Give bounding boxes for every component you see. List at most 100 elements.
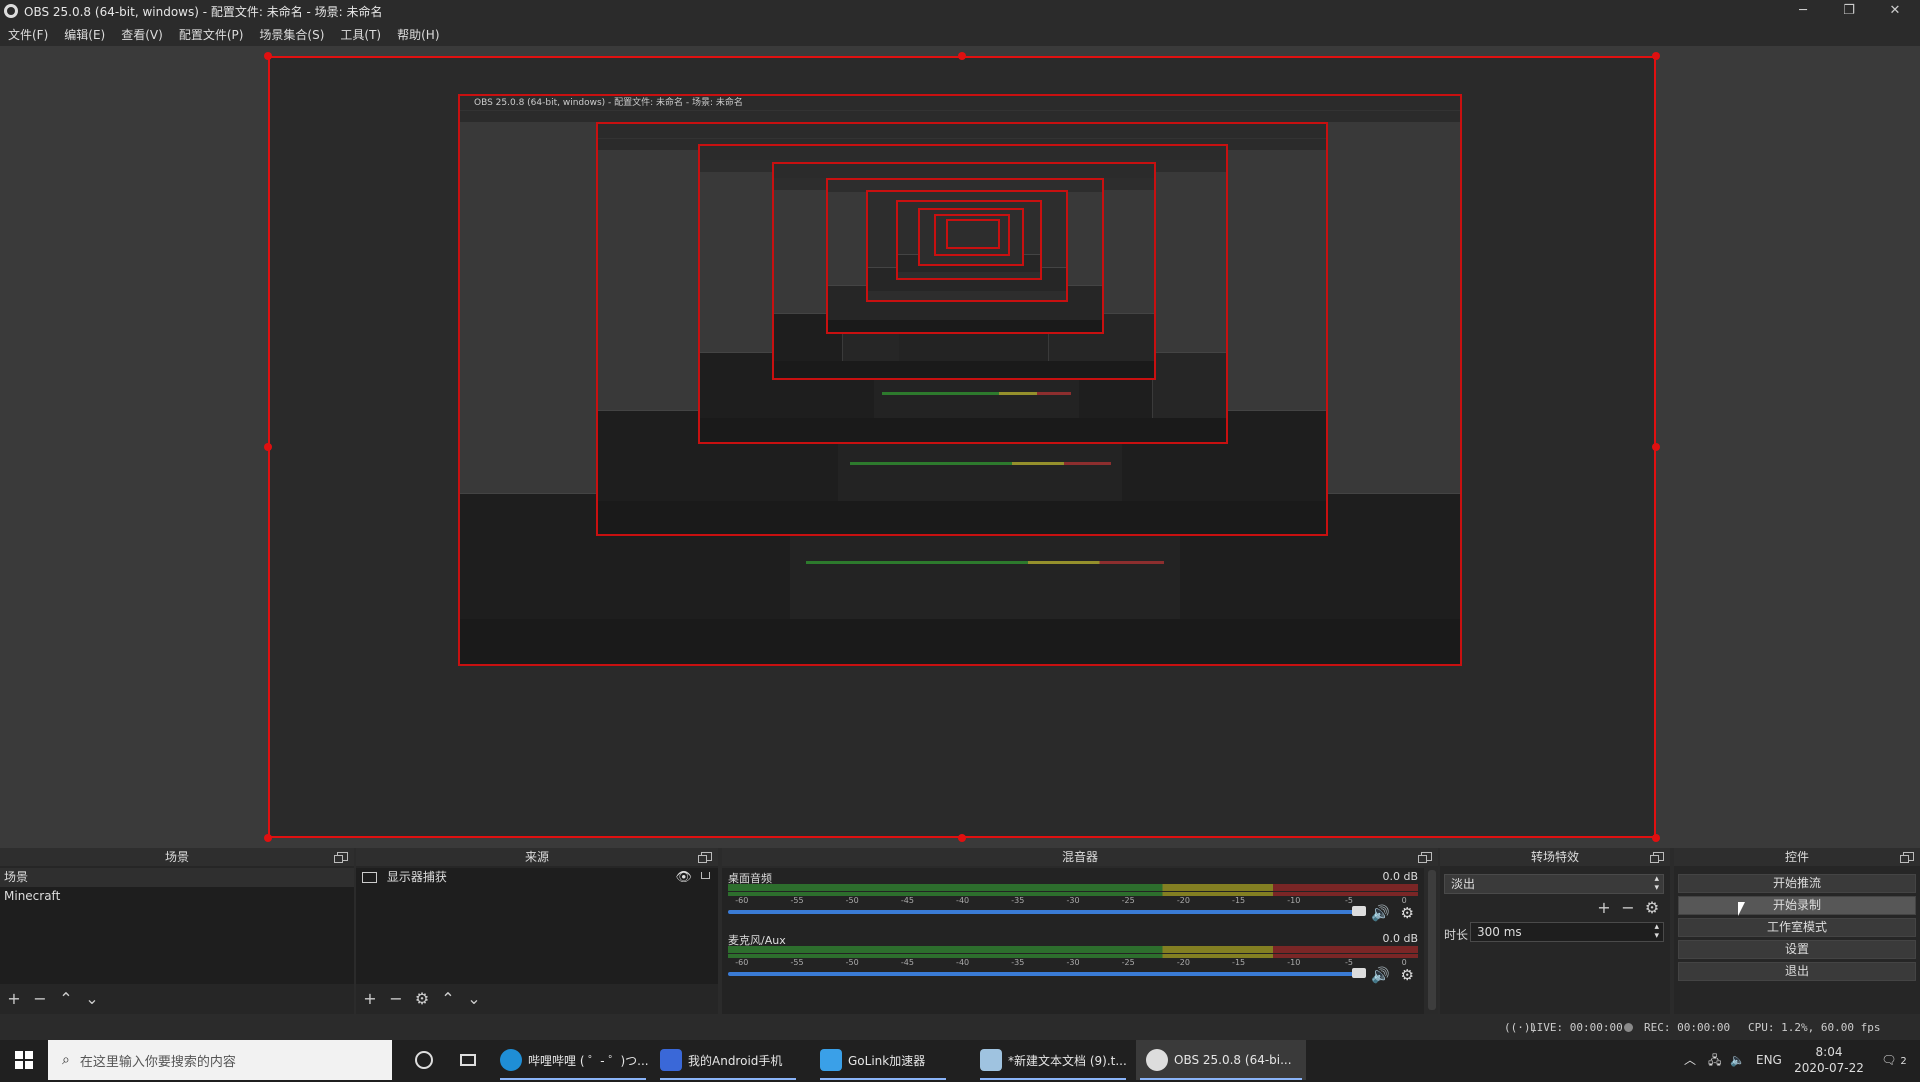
- start-recording-button[interactable]: 开始录制: [1678, 896, 1916, 915]
- resize-handle[interactable]: [958, 52, 966, 60]
- exit-button[interactable]: 退出: [1678, 962, 1916, 981]
- move-down-icon[interactable]: ⌄: [84, 991, 100, 1007]
- gear-icon[interactable]: ⚙: [1401, 966, 1414, 984]
- resize-handle[interactable]: [264, 834, 272, 842]
- taskbar-search-box[interactable]: ⌕ 在这里输入你要搜索的内容: [48, 1040, 392, 1080]
- network-icon[interactable]: 🖧: [1708, 1040, 1721, 1080]
- start-streaming-button[interactable]: 开始推流: [1678, 874, 1916, 893]
- meter-scale-tick: -30: [1066, 958, 1080, 967]
- add-scene-icon[interactable]: +: [6, 991, 22, 1007]
- resize-handle[interactable]: [264, 443, 272, 451]
- taskbar-app-active[interactable]: OBS 25.0.8 (64-bi...: [1136, 1040, 1306, 1080]
- meter-scale-tick: -25: [1121, 958, 1135, 967]
- taskbar-app[interactable]: 我的Android手机: [656, 1040, 800, 1080]
- taskbar: ⌕ 在这里输入你要搜索的内容 哔哩哔哩 ( ゜- ゜)つ... 我的Androi…: [0, 1040, 1920, 1080]
- source-list[interactable]: 显示器捕获 👁: [356, 868, 718, 984]
- taskbar-app[interactable]: 哔哩哔哩 ( ゜- ゜)つ...: [496, 1040, 650, 1080]
- scene-item[interactable]: 场景: [0, 868, 354, 887]
- minimize-button[interactable]: ─: [1780, 0, 1826, 22]
- meter-scale-tick: -35: [1011, 896, 1025, 905]
- meter-scale-tick: -20: [1176, 896, 1190, 905]
- menu-edit[interactable]: 编辑(E): [56, 26, 113, 43]
- cpu-fps: CPU: 1.2%, 60.00 fps: [1748, 1021, 1881, 1034]
- speaker-icon[interactable]: 🔊: [1371, 966, 1390, 984]
- mixer-scrollbar[interactable]: [1428, 870, 1436, 1010]
- volume-icon[interactable]: 🔈: [1730, 1040, 1745, 1080]
- gear-icon[interactable]: ⚙: [1401, 904, 1414, 922]
- spin-arrows-icon[interactable]: ▴ ▾: [1654, 923, 1659, 941]
- taskbar-app[interactable]: GoLink加速器: [816, 1040, 950, 1080]
- resize-handle[interactable]: [264, 52, 272, 60]
- menu-view[interactable]: 查看(V): [113, 26, 171, 43]
- chevron-up-icon[interactable]: ︿: [1684, 1040, 1696, 1080]
- taskbar-app[interactable]: *新建文本文档 (9).t...: [976, 1040, 1130, 1080]
- duration-input[interactable]: 300 ms ▴ ▾: [1470, 922, 1664, 942]
- start-button[interactable]: [0, 1040, 48, 1080]
- meter-scale-tick: -15: [1232, 958, 1246, 967]
- transition-select[interactable]: 淡出 ▴ ▾: [1444, 874, 1664, 894]
- sources-dock-title: 来源: [524, 850, 549, 864]
- add-transition-icon[interactable]: +: [1596, 900, 1612, 916]
- task-view-button[interactable]: [448, 1040, 488, 1080]
- transitions-dock: 转场特效 淡出 ▴ ▾ + − ⚙ 时长 300 ms ▴ ▾: [1440, 848, 1670, 1014]
- source-properties-gear-icon[interactable]: ⚙: [414, 991, 430, 1007]
- clock-date: 2020-07-22: [1794, 1061, 1864, 1075]
- speaker-icon[interactable]: 🔊: [1371, 904, 1390, 922]
- transitions-dock-title: 转场特效: [1530, 850, 1579, 864]
- resize-handle[interactable]: [1652, 52, 1660, 60]
- volume-slider-handle[interactable]: [1352, 968, 1366, 978]
- maximize-button[interactable]: ❐: [1826, 0, 1872, 22]
- windows-logo-icon: [15, 1051, 33, 1069]
- undock-icon[interactable]: [1418, 852, 1432, 863]
- meter-scale-tick: -5: [1345, 896, 1353, 905]
- move-down-icon[interactable]: ⌄: [466, 991, 482, 1007]
- undock-icon[interactable]: [1650, 852, 1664, 863]
- menu-help[interactable]: 帮助(H): [389, 26, 447, 43]
- preview-canvas-display-capture[interactable]: OBS 25.0.8 (64-bit, windows) - 配置文件: 未命名…: [268, 56, 1656, 838]
- add-source-icon[interactable]: +: [362, 991, 378, 1007]
- cortana-button[interactable]: [404, 1040, 444, 1080]
- undock-icon[interactable]: [334, 852, 348, 863]
- close-button[interactable]: ✕: [1872, 0, 1918, 22]
- meter-scale-tick: -15: [1232, 896, 1246, 905]
- scene-item[interactable]: Minecraft: [0, 887, 354, 906]
- mixer-dock: 混音器 桌面音频 0.0 dB -60 -55 -50 -45 -40 -35 -30 -25…: [722, 848, 1438, 1014]
- resize-handle[interactable]: [1652, 443, 1660, 451]
- volume-slider[interactable]: [728, 910, 1358, 914]
- volume-slider-handle[interactable]: [1352, 906, 1366, 916]
- menu-file[interactable]: 文件(F): [0, 26, 56, 43]
- remove-transition-icon[interactable]: −: [1620, 900, 1636, 916]
- menu-scene-collection[interactable]: 场景集合(S): [251, 26, 332, 43]
- monitor-icon: [362, 872, 377, 883]
- channel-db: 0.0 dB: [1382, 870, 1418, 883]
- resize-handle[interactable]: [1652, 834, 1660, 842]
- scene-list[interactable]: 场景 Minecraft: [0, 868, 354, 984]
- cortana-circle-icon: [415, 1051, 433, 1069]
- move-up-icon[interactable]: ⌃: [58, 991, 74, 1007]
- resize-handle[interactable]: [958, 834, 966, 842]
- undock-icon[interactable]: [698, 852, 712, 863]
- studio-mode-button[interactable]: 工作室模式: [1678, 918, 1916, 937]
- volume-meter: [728, 946, 1418, 953]
- lock-icon[interactable]: [701, 872, 710, 879]
- undock-icon[interactable]: [1900, 852, 1914, 863]
- meter-scale-tick: -25: [1121, 896, 1135, 905]
- move-up-icon[interactable]: ⌃: [440, 991, 456, 1007]
- remove-source-icon[interactable]: −: [388, 991, 404, 1007]
- clock[interactable]: 8:04 2020-07-22: [1794, 1040, 1864, 1080]
- meter-scale-tick: -55: [790, 896, 804, 905]
- controls-dock: 控件 开始推流 开始录制 工作室模式 设置 退出: [1674, 848, 1920, 1014]
- eye-icon[interactable]: 👁: [675, 868, 692, 887]
- edge-icon: [500, 1049, 522, 1071]
- notification-center-button[interactable]: 🗨 2: [1874, 1040, 1914, 1080]
- transition-gear-icon[interactable]: ⚙: [1644, 900, 1660, 916]
- source-item[interactable]: 显示器捕获 👁: [356, 868, 718, 887]
- task-view-icon: [460, 1054, 476, 1066]
- volume-slider[interactable]: [728, 972, 1358, 976]
- menu-profile[interactable]: 配置文件(P): [171, 26, 252, 43]
- menu-tools[interactable]: 工具(T): [332, 26, 389, 43]
- language-indicator[interactable]: ENG: [1756, 1040, 1782, 1080]
- settings-button[interactable]: 设置: [1678, 940, 1916, 959]
- remove-scene-icon[interactable]: −: [32, 991, 48, 1007]
- scenes-dock: 场景 场景 Minecraft + − ⌃ ⌄: [0, 848, 354, 1014]
